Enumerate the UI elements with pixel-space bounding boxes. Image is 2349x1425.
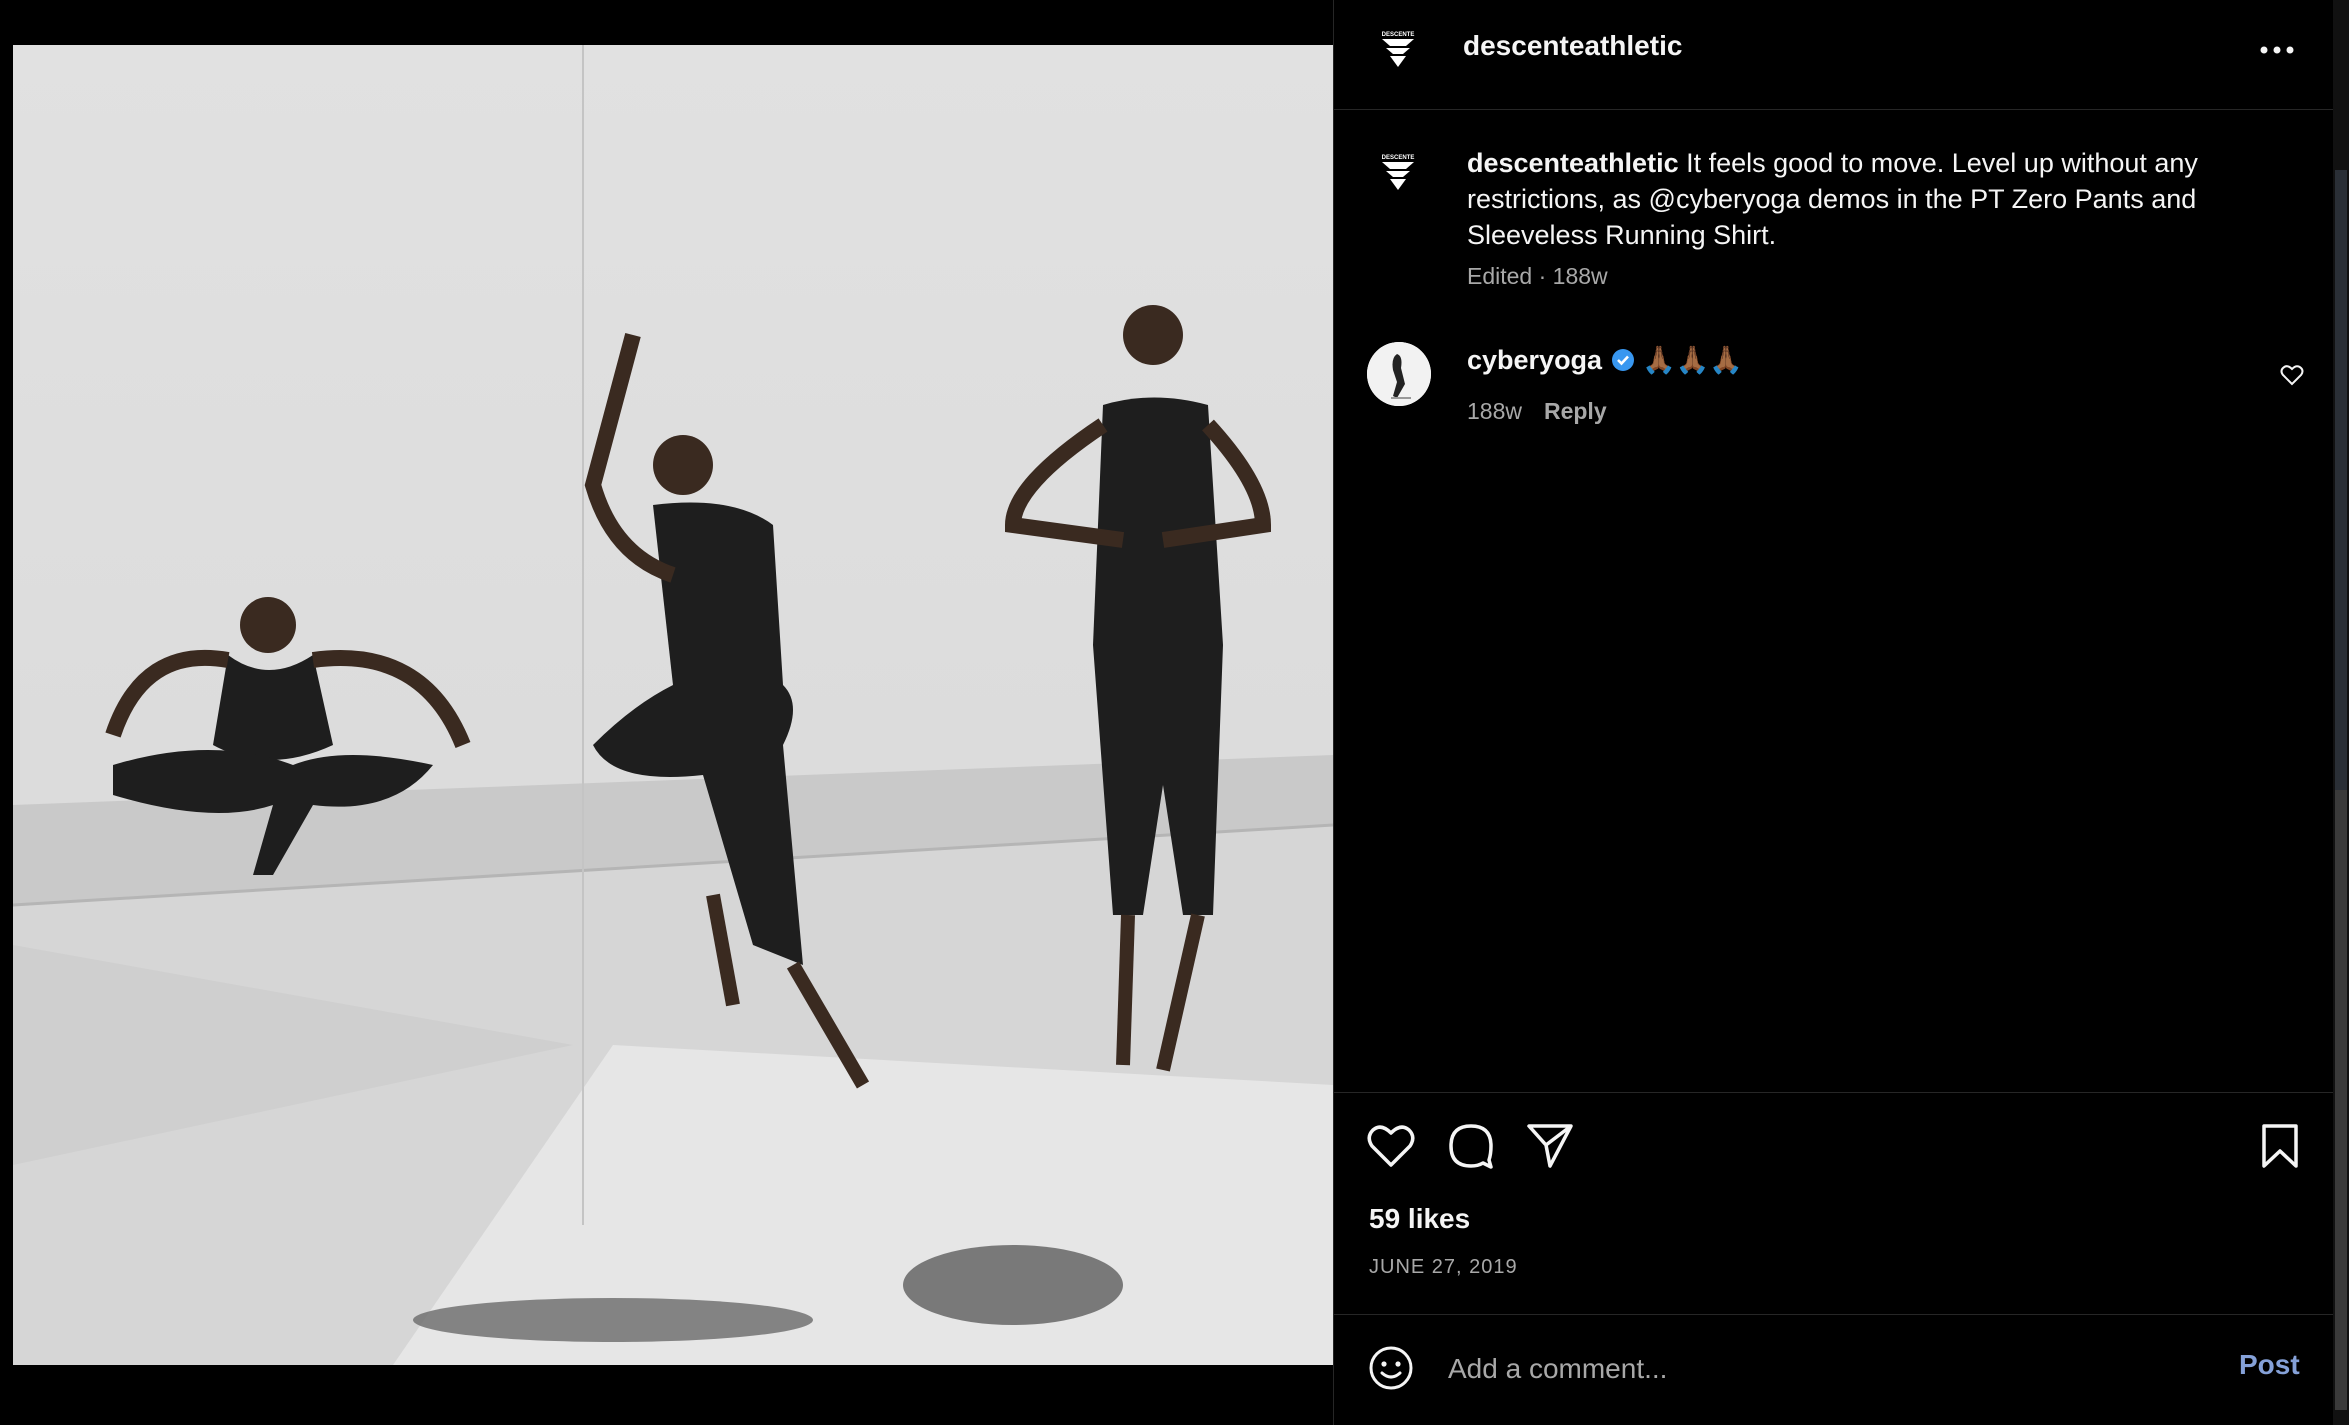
right-edge-strip xyxy=(2333,0,2349,1425)
post-side-panel: DESCENTE descenteathletic DESCENTE desce… xyxy=(1333,0,2334,1425)
bookmark-icon xyxy=(2262,1124,2298,1168)
post-actions: 59 likes JUNE 27, 2019 xyxy=(1334,1092,2334,1314)
svg-text:DESCENTE: DESCENTE xyxy=(1382,155,1415,161)
comment-bubble-icon xyxy=(1449,1124,1493,1169)
send-icon xyxy=(1527,1124,1573,1168)
account-avatar[interactable]: DESCENTE xyxy=(1376,27,1420,71)
emoji-button[interactable] xyxy=(1366,1343,1416,1393)
like-button[interactable] xyxy=(1364,1119,1418,1173)
more-horizontal-icon xyxy=(2260,46,2294,54)
comment-text: 🙏🏾🙏🏾🙏🏾 xyxy=(1642,345,1743,375)
caption-meta: Edited · 188w xyxy=(1467,263,1608,289)
comment-time: 188w xyxy=(1467,398,1522,424)
caption-username[interactable]: descenteathletic xyxy=(1467,148,1679,178)
post-comment-button[interactable]: Post xyxy=(2239,1349,2300,1381)
share-button[interactable] xyxy=(1523,1119,1577,1173)
comment-button[interactable] xyxy=(1444,1119,1498,1173)
comment-avatar[interactable] xyxy=(1367,342,1431,406)
heart-icon xyxy=(1367,1125,1415,1167)
more-options-button[interactable] xyxy=(2254,30,2300,70)
emoji-smile-icon xyxy=(1369,1346,1413,1390)
header-username[interactable]: descenteathletic xyxy=(1463,30,1682,62)
caption-avatar[interactable]: DESCENTE xyxy=(1376,150,1420,194)
verified-badge-icon xyxy=(1610,347,1636,373)
post-header: DESCENTE descenteathletic xyxy=(1334,0,2334,110)
svg-text:DESCENTE: DESCENTE xyxy=(1382,32,1415,38)
add-comment-bar: Post xyxy=(1334,1314,2334,1425)
comment-meta: 188w Reply xyxy=(1467,398,1607,425)
descente-logo-icon: DESCENTE xyxy=(1382,32,1415,67)
post-date: JUNE 27, 2019 xyxy=(1369,1256,1518,1278)
heart-icon xyxy=(2280,365,2304,386)
comment-input[interactable] xyxy=(1446,1345,2210,1393)
reply-button[interactable]: Reply xyxy=(1544,398,1607,424)
comment-line: cyberyoga 🙏🏾🙏🏾🙏🏾 xyxy=(1467,344,1743,376)
save-button[interactable] xyxy=(2253,1119,2307,1173)
post-photo[interactable] xyxy=(13,45,1333,1365)
photo-jumping-athletes xyxy=(13,45,1333,1365)
avatar-image xyxy=(1367,342,1431,406)
caption-text: descenteathletic It feels good to move. … xyxy=(1467,145,2287,253)
comment-like-button[interactable] xyxy=(2277,360,2307,390)
comment-username[interactable]: cyberyoga xyxy=(1467,345,1602,376)
likes-count[interactable]: 59 likes xyxy=(1369,1203,1470,1235)
descente-logo-icon: DESCENTE xyxy=(1382,155,1415,190)
comment-item: cyberyoga 🙏🏾🙏🏾🙏🏾 188w Reply xyxy=(1334,340,2334,440)
